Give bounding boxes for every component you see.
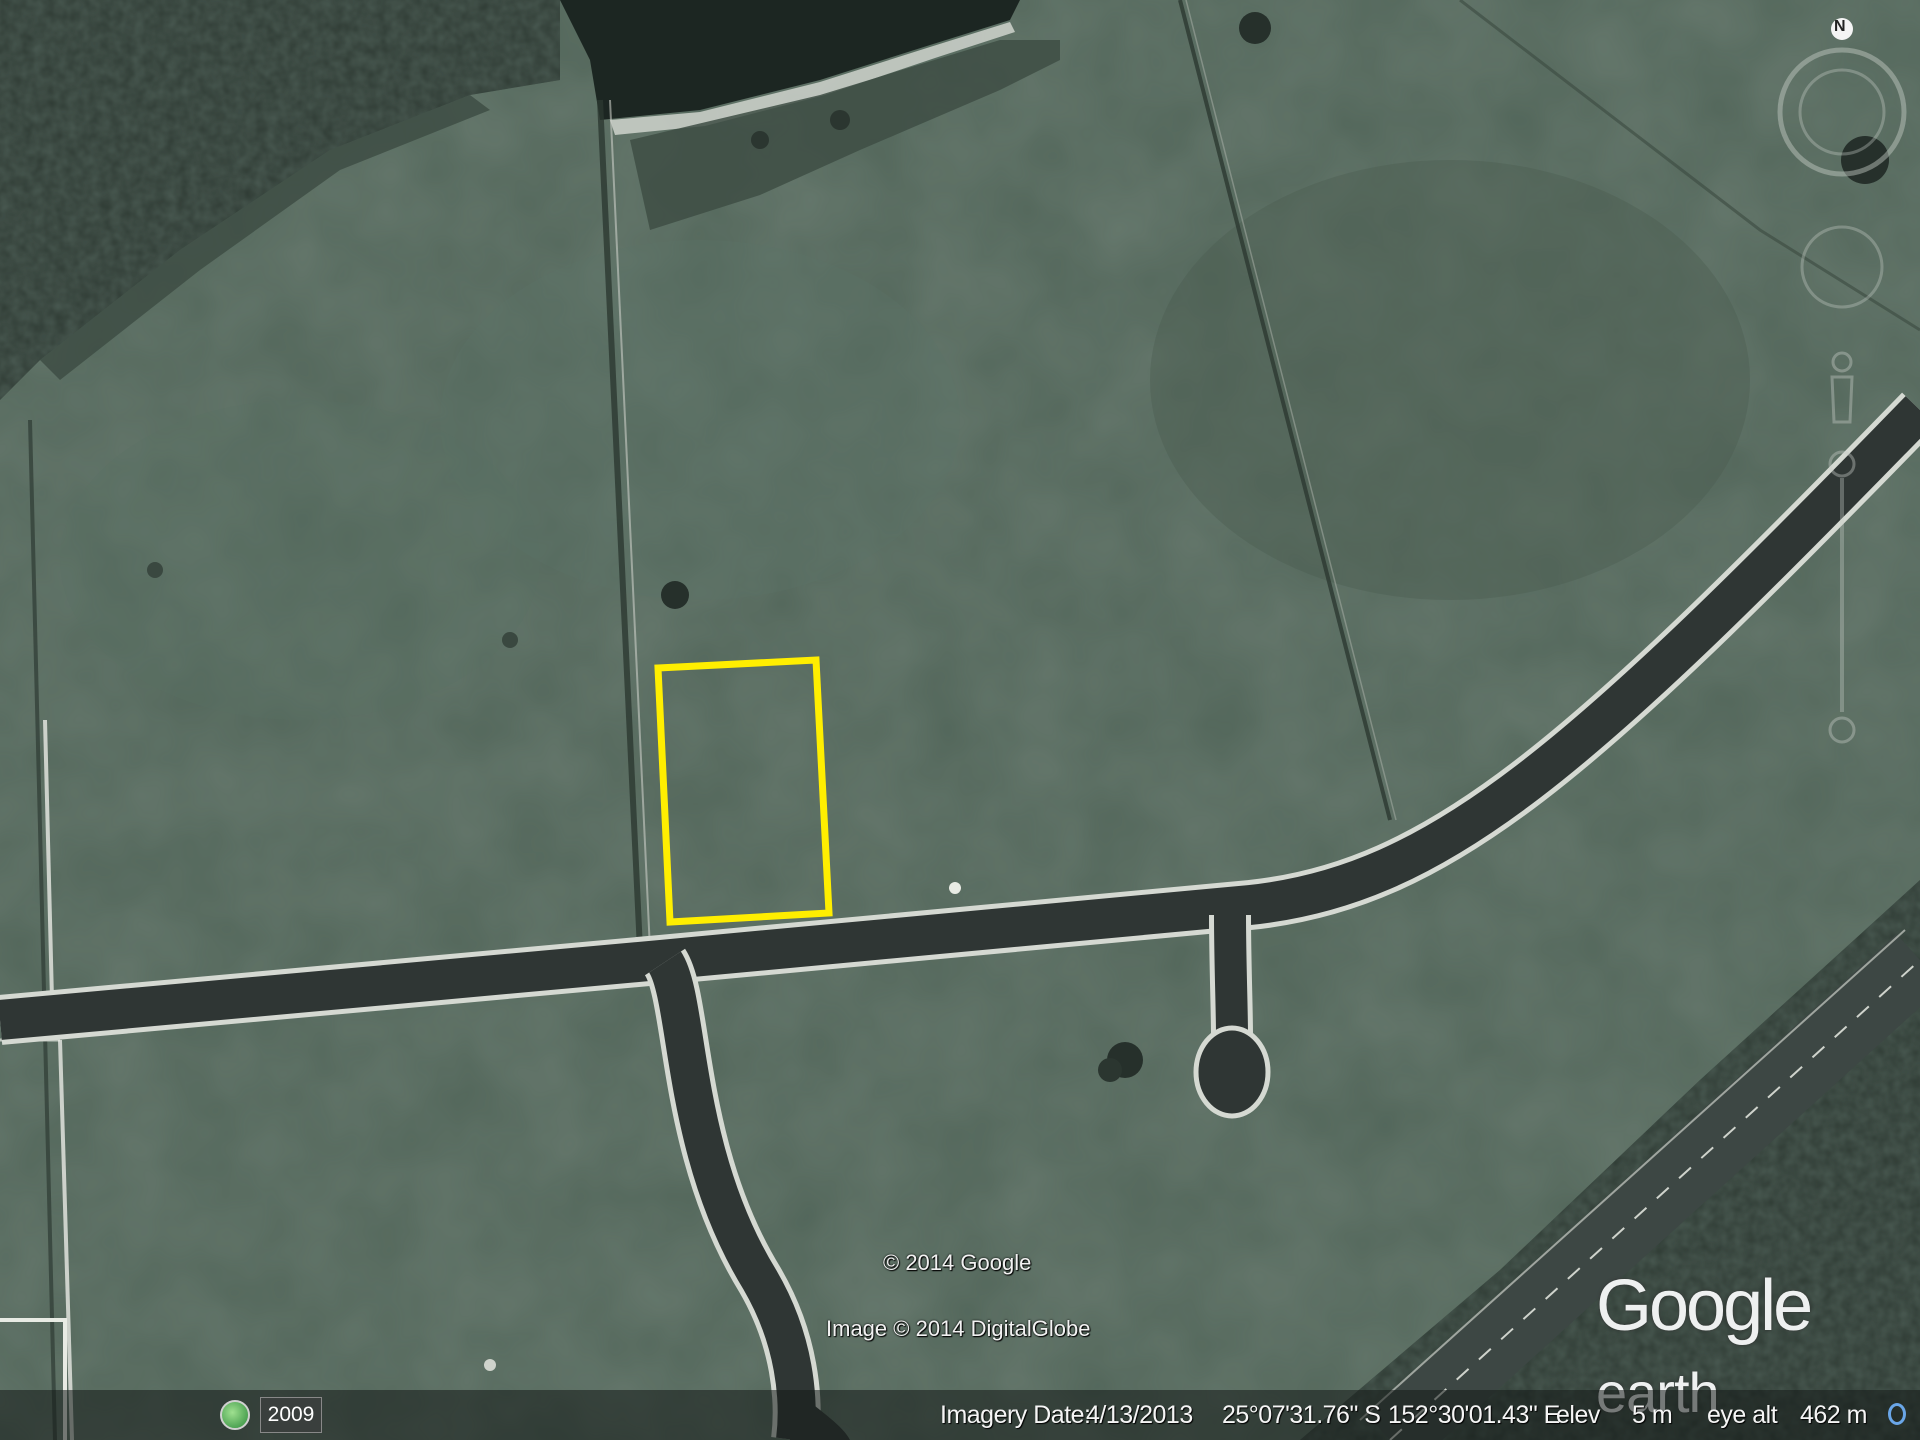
tree bbox=[661, 581, 689, 609]
aerial-imagery bbox=[0, 0, 1920, 1440]
look-joystick-icon[interactable] bbox=[1800, 225, 1884, 309]
longitude-readout: 152°30'01.43" E bbox=[1388, 1401, 1560, 1429]
imagery-date-value: 4/13/2013 bbox=[1086, 1401, 1193, 1429]
elevation-value: 5 m bbox=[1632, 1401, 1673, 1429]
imagery-date-label: Imagery Date: bbox=[940, 1401, 1091, 1429]
historical-imagery-year[interactable]: 2009 bbox=[260, 1397, 322, 1433]
street-view-pegman-icon[interactable] bbox=[1830, 351, 1854, 424]
clock-icon[interactable] bbox=[220, 1400, 250, 1430]
navigation-controls bbox=[1777, 18, 1907, 744]
eye-altitude-value: 462 m bbox=[1800, 1401, 1867, 1429]
elevation-label: elev bbox=[1556, 1401, 1600, 1429]
map-copyright: © 2014 Google bbox=[883, 1250, 1032, 1275]
streaming-status-icon bbox=[1888, 1403, 1906, 1425]
compass-north-label: N bbox=[1834, 18, 1846, 35]
satellite-map-view[interactable]: © 2014 Google Image © 2014 DigitalGlobe … bbox=[0, 0, 1920, 1440]
latitude-readout: 25°07'31.76" S bbox=[1222, 1401, 1381, 1429]
imagery-credit: Image © 2014 DigitalGlobe bbox=[826, 1316, 1091, 1341]
eye-altitude-label: eye alt bbox=[1707, 1401, 1778, 1429]
zoom-slider-icon[interactable] bbox=[1828, 450, 1856, 744]
compass-ring-icon[interactable] bbox=[1777, 18, 1907, 177]
